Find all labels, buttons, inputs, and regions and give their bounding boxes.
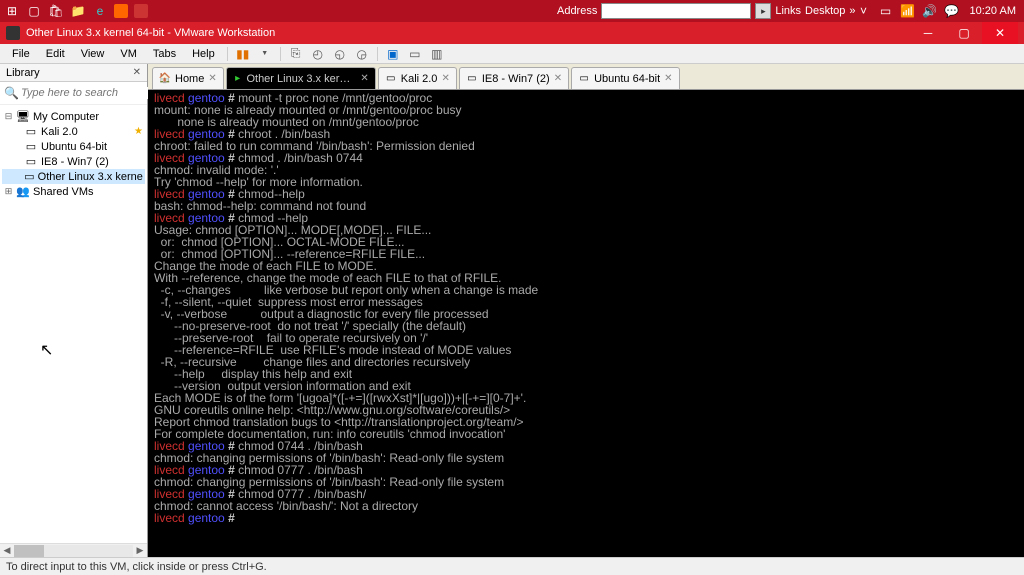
library-close-icon[interactable]: ✕	[133, 67, 141, 78]
scroll-right-icon[interactable]: ▶	[133, 545, 147, 556]
favorite-icon: ★	[134, 126, 143, 137]
tree-ie8[interactable]: ▭ IE8 - Win7 (2)	[2, 154, 145, 169]
clock[interactable]: 10:20 AM	[966, 5, 1020, 17]
address-label: Address	[557, 5, 597, 17]
vm-icon: ▭	[578, 73, 590, 85]
vm-icon: ▭	[24, 125, 38, 138]
vm-console[interactable]: livecd gentoo # mount -t proc none /mnt/…	[148, 90, 1024, 557]
tree-shared-vms[interactable]: ⊞ 👥 Shared VMs	[2, 184, 145, 199]
close-button[interactable]: ✕	[982, 22, 1018, 44]
tab-kali[interactable]: ▭ Kali 2.0 ✕	[378, 67, 457, 89]
library-sidebar: Library ✕ 🔍 ▼ ⊟ 🖥 My Computer ▭ Kali 2.0…	[0, 64, 148, 557]
notification-icon[interactable]: 💬	[944, 3, 960, 19]
store-icon[interactable]: 🛍	[48, 3, 64, 19]
expand-icon[interactable]: ⊞	[4, 186, 13, 197]
tree-ubuntu[interactable]: ▭ Ubuntu 64-bit	[2, 139, 145, 154]
library-header: Library	[6, 67, 40, 79]
tab-close-icon[interactable]: ✕	[208, 73, 216, 84]
app-logo-icon	[6, 26, 20, 40]
tab-close-icon[interactable]: ✕	[360, 73, 368, 84]
minimize-button[interactable]: ─	[910, 22, 946, 44]
tab-close-icon[interactable]: ✕	[664, 73, 672, 84]
tab-other-linux[interactable]: ▸ Other Linux 3.x kernel 64-... ✕	[226, 67, 376, 89]
tree-other-linux[interactable]: ▭ Other Linux 3.x kernel 64-bit	[2, 169, 145, 184]
os-taskbar: ⊞ ▢ 🛍 📁 e Address ▸ Links Desktop » ˅ ▭ …	[0, 0, 1024, 22]
edge-icon[interactable]: e	[92, 3, 108, 19]
volume-icon[interactable]: 🔊	[922, 3, 938, 19]
vm-icon: ▭	[466, 73, 478, 85]
pause-button[interactable]: ▮▮	[234, 45, 252, 63]
status-text: To direct input to this VM, click inside…	[6, 561, 267, 573]
tab-ubuntu[interactable]: ▭ Ubuntu 64-bit ✕	[571, 67, 679, 89]
computer-icon: 🖥	[16, 110, 30, 123]
tree-kali[interactable]: ▭ Kali 2.0 ★	[2, 124, 145, 139]
maximize-button[interactable]: ▢	[946, 22, 982, 44]
shared-icon: 👥	[16, 185, 30, 198]
pause-dropdown-icon[interactable]: ▼	[256, 45, 274, 63]
wifi-icon[interactable]: 📶	[900, 3, 916, 19]
explorer-icon[interactable]: 📁	[70, 3, 86, 19]
window-titlebar: Other Linux 3.x kernel 64-bit - VMware W…	[0, 22, 1024, 44]
tab-home[interactable]: 🏠 Home ✕	[152, 67, 224, 89]
library-search-input[interactable]	[21, 87, 164, 99]
battery-icon[interactable]: ▭	[878, 3, 894, 19]
unity-icon[interactable]: ▭	[406, 45, 424, 63]
address-input[interactable]	[601, 3, 751, 19]
collapse-icon[interactable]: ⊟	[4, 111, 13, 122]
window-title: Other Linux 3.x kernel 64-bit - VMware W…	[26, 27, 910, 39]
menu-file[interactable]: File	[4, 46, 38, 62]
menu-help[interactable]: Help	[184, 46, 223, 62]
tab-close-icon[interactable]: ✕	[554, 73, 562, 84]
start-icon[interactable]: ⊞	[4, 3, 20, 19]
scroll-left-icon[interactable]: ◀	[0, 545, 14, 556]
scroll-thumb[interactable]	[14, 545, 44, 557]
vmware-icon[interactable]	[114, 4, 128, 18]
vm-icon: ▭	[24, 155, 38, 168]
vm-tabs: 🏠 Home ✕ ▸ Other Linux 3.x kernel 64-...…	[148, 64, 1024, 90]
menu-tabs[interactable]: Tabs	[145, 46, 184, 62]
fullscreen-icon[interactable]: ▣	[384, 45, 402, 63]
address-go-button[interactable]: ▸	[755, 3, 771, 19]
tray-chevron-icon[interactable]: ˅	[856, 3, 872, 19]
snapshot-manage-icon[interactable]: ◶	[353, 45, 371, 63]
menu-vm[interactable]: VM	[112, 46, 145, 62]
app-icon[interactable]	[134, 4, 148, 18]
tab-close-icon[interactable]: ✕	[441, 73, 449, 84]
statusbar: To direct input to this VM, click inside…	[0, 557, 1024, 575]
tree-my-computer[interactable]: ⊟ 🖥 My Computer	[2, 109, 145, 124]
home-icon: 🏠	[159, 73, 171, 85]
thumbnail-icon[interactable]: ▥	[428, 45, 446, 63]
tab-ie8[interactable]: ▭ IE8 - Win7 (2) ✕	[459, 67, 569, 89]
search-icon: 🔍	[4, 86, 19, 100]
desktop-label[interactable]: Desktop	[805, 5, 845, 17]
menu-view[interactable]: View	[73, 46, 113, 62]
menubar: File Edit View VM Tabs Help ▮▮ ▼ ⎘ ◴ ◵ ◶…	[0, 44, 1024, 64]
library-tree: ⊟ 🖥 My Computer ▭ Kali 2.0 ★ ▭ Ubuntu 64…	[0, 105, 147, 543]
vm-icon: ▭	[24, 140, 38, 153]
snapshot-revert-icon[interactable]: ◵	[331, 45, 349, 63]
send-ctrlaltdel-icon[interactable]: ⎘	[287, 45, 305, 63]
vm-icon: ▭	[385, 73, 397, 85]
taskview-icon[interactable]: ▢	[26, 3, 42, 19]
menu-edit[interactable]: Edit	[38, 46, 73, 62]
sidebar-hscrollbar[interactable]: ◀ ▶	[0, 543, 147, 557]
links-label: Links	[775, 5, 801, 17]
vm-icon: ▭	[24, 170, 35, 183]
vm-running-icon: ▸	[233, 73, 243, 85]
snapshot-icon[interactable]: ◴	[309, 45, 327, 63]
